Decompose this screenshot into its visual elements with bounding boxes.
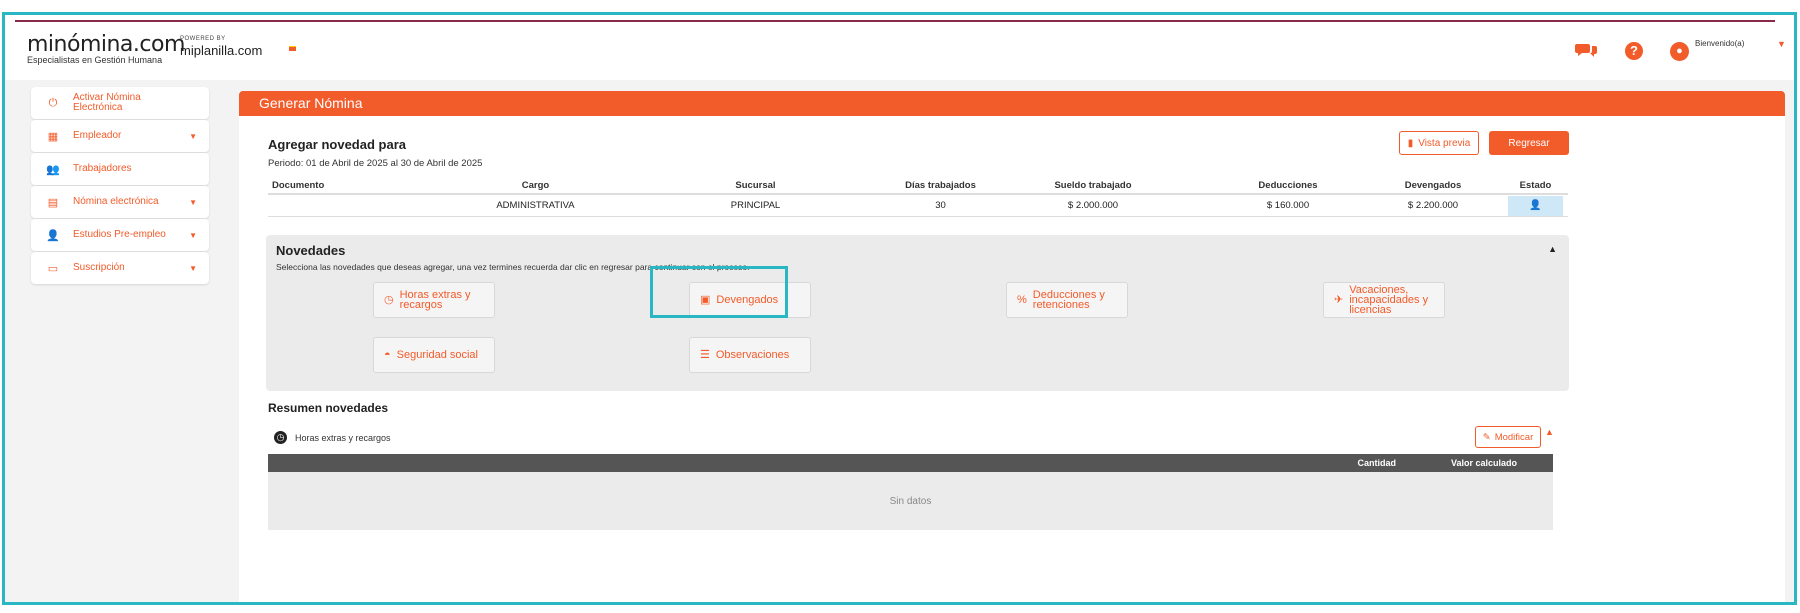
col-cargo: Cargo xyxy=(521,180,550,191)
sidebar-item-estudios[interactable]: 👤 Estudios Pre-empleo ▼ xyxy=(31,219,209,251)
chevron-down-icon: ▼ xyxy=(189,230,197,240)
novedades-title: Novedades xyxy=(276,243,346,258)
seguridad-social-button[interactable]: ◓ Seguridad social xyxy=(373,337,495,373)
modificar-label: Modificar xyxy=(1494,431,1534,443)
cell-cargo: ADMINISTRATIVA xyxy=(496,200,575,211)
deducciones-button[interactable]: % Deducciones y retenciones xyxy=(1006,282,1128,318)
table-row: ADMINISTRATIVA PRINCIPAL 30 $ 2.000.000 … xyxy=(268,195,1568,217)
col-estado: Estado xyxy=(1519,180,1552,191)
generar-nomina-panel: Generar Nómina Agregar novedad para Peri… xyxy=(239,91,1785,602)
building-icon: ▦ xyxy=(47,130,59,143)
sidebar-item-label: Trabajadores xyxy=(73,163,132,174)
clock-icon: ◷ xyxy=(384,294,394,306)
document-icon: ▮ xyxy=(1407,137,1414,149)
horas-extras-label: Horas extras y recargos xyxy=(399,289,471,311)
sidebar-item-activar-nomina[interactable]: ⏻ Activar Nómina Electrónica xyxy=(31,87,209,119)
col-devengados: Devengados xyxy=(1404,180,1462,191)
resumen-section-label: Horas extras y recargos xyxy=(295,432,391,443)
pencil-icon: ✎ xyxy=(1482,431,1491,443)
seguridad-social-label: Seguridad social xyxy=(396,349,478,361)
sidebar-item-label: Activar Nómina Electrónica xyxy=(73,92,141,113)
main-content: Generar Nómina Agregar novedad para Peri… xyxy=(235,80,1794,602)
user-menu-chevron-icon[interactable]: ▼ xyxy=(1777,39,1786,49)
flag-icon[interactable] xyxy=(289,46,296,51)
horas-extras-button[interactable]: ◷ Horas extras y recargos xyxy=(373,282,495,318)
logo-tagline: Especialistas en Gestión Humana xyxy=(27,55,163,65)
power-icon: ⏻ xyxy=(48,96,58,109)
col-dias: Días trabajados xyxy=(905,180,976,191)
welcome-text[interactable]: Bienvenido(a) xyxy=(1695,39,1744,48)
cell-sueldo: $ 2.000.000 xyxy=(1067,200,1119,211)
logo-text: minómina.com xyxy=(27,32,185,57)
panel-title: Generar Nómina xyxy=(239,91,1785,116)
sidebar: ⏻ Activar Nómina Electrónica ▦ Empleador… xyxy=(5,80,235,602)
help-icon[interactable]: ? xyxy=(1625,42,1643,60)
resumen-section-header: ◷ Horas extras y recargos xyxy=(274,431,391,444)
agregar-novedad-heading: Agregar novedad para xyxy=(268,137,406,152)
vista-previa-button[interactable]: ▮ Vista previa xyxy=(1399,131,1479,155)
users-icon: 👥 xyxy=(46,163,60,176)
chat-icon[interactable] xyxy=(1575,42,1597,65)
resumen-title: Resumen novedades xyxy=(268,401,389,415)
regresar-button[interactable]: Regresar xyxy=(1489,131,1569,155)
periodo-text: Periodo: 01 de Abril de 2025 al 30 de Ab… xyxy=(268,158,483,169)
partner-brand: miplanilla.com xyxy=(180,43,263,58)
cell-sucursal: PRINCIPAL xyxy=(730,200,781,211)
id-card-icon: ▭ xyxy=(47,262,59,275)
chevron-down-icon: ▼ xyxy=(189,263,197,273)
user-plus-icon: 👤 xyxy=(46,229,60,242)
cell-deducciones: $ 160.000 xyxy=(1266,200,1310,211)
sidebar-item-nomina-electronica[interactable]: ▤ Nómina electrónica ▼ xyxy=(31,186,209,218)
novedades-section: Novedades Selecciona las novedades que d… xyxy=(266,235,1569,391)
sidebar-item-label: Suscripción xyxy=(73,262,125,273)
vista-previa-label: Vista previa xyxy=(1418,137,1471,149)
deducciones-label: Deducciones y retenciones xyxy=(1032,289,1105,311)
highlight-box xyxy=(650,266,788,318)
lines-icon: ☰ xyxy=(700,349,710,361)
sidebar-item-empleador[interactable]: ▦ Empleador ▼ xyxy=(31,120,209,152)
sidebar-item-label: Nómina electrónica xyxy=(73,196,159,207)
sidebar-item-trabajadores[interactable]: 👥 Trabajadores xyxy=(31,153,209,185)
observaciones-label: Observaciones xyxy=(715,349,790,361)
col-sucursal: Sucursal xyxy=(735,180,776,191)
col-deducciones: Deducciones xyxy=(1258,180,1318,191)
app-frame: minómina.com Especialistas en Gestión Hu… xyxy=(2,12,1797,605)
col-cantidad: Cantidad xyxy=(1357,458,1396,468)
col-valor-calculado: Valor calculado xyxy=(1450,458,1517,468)
vacaciones-label: Vacaciones, incapacidades y licencias xyxy=(1349,284,1429,316)
collapse-icon[interactable]: ▲ xyxy=(1545,427,1554,437)
sidebar-item-label: Empleador xyxy=(73,130,122,141)
vacaciones-button[interactable]: ✈ Vacaciones, incapacidades y licencias xyxy=(1323,282,1445,318)
modificar-button[interactable]: ✎ Modificar xyxy=(1475,426,1541,448)
percent-icon: % xyxy=(1017,294,1027,306)
employee-table: Documento Cargo Sucursal Días trabajados… xyxy=(268,178,1568,217)
resumen-table-header: Cantidad Valor calculado xyxy=(268,454,1553,472)
sidebar-item-suscripcion[interactable]: ▭ Suscripción ▼ xyxy=(31,252,209,284)
powered-by-label: POWERED BY xyxy=(180,36,226,42)
observaciones-button[interactable]: ☰ Observaciones xyxy=(689,337,811,373)
powered-by: POWERED BY miplanilla.com xyxy=(180,36,262,58)
cell-dias: 30 xyxy=(935,200,946,211)
logo[interactable]: minómina.com Especialistas en Gestión Hu… xyxy=(27,32,185,65)
collapse-icon[interactable]: ▲ xyxy=(1548,244,1557,254)
helmet-icon: ◓ xyxy=(384,349,391,361)
document-icon: ▤ xyxy=(47,196,59,209)
cell-devengados: $ 2.200.000 xyxy=(1407,200,1459,211)
plane-icon: ✈ xyxy=(1334,294,1344,306)
col-documento: Documento xyxy=(272,180,325,191)
chevron-down-icon: ▼ xyxy=(189,131,197,141)
user-avatar-icon[interactable]: ● xyxy=(1670,42,1689,61)
resumen-empty-state: Sin datos xyxy=(268,472,1553,530)
table-header: Documento Cargo Sucursal Días trabajados… xyxy=(268,178,1568,195)
chevron-down-icon: ▼ xyxy=(189,197,197,207)
app-header: minómina.com Especialistas en Gestión Hu… xyxy=(5,22,1794,80)
estado-user-icon[interactable]: 👤 xyxy=(1508,195,1563,216)
sidebar-item-label: Estudios Pre-empleo xyxy=(73,229,166,240)
col-sueldo: Sueldo trabajado xyxy=(1054,180,1132,191)
clock-icon: ◷ xyxy=(274,431,287,444)
